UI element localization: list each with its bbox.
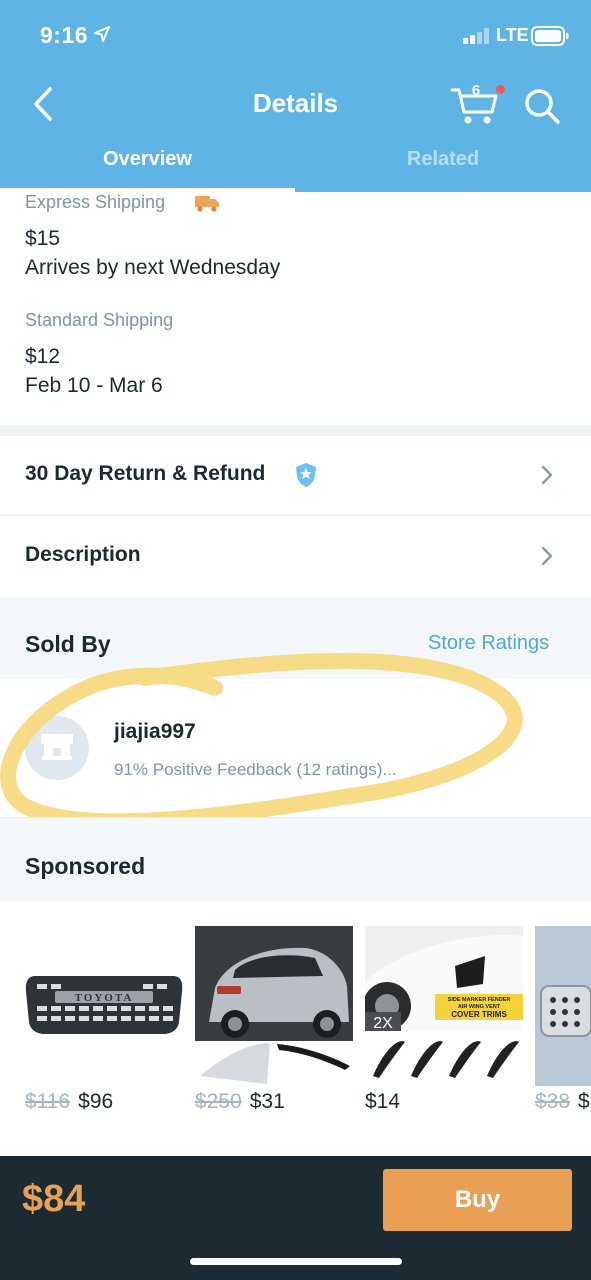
- search-icon[interactable]: [522, 86, 562, 126]
- sponsored-product-image[interactable]: [535, 926, 591, 1086]
- product-details-screen: 9:16 LTE Details 6 Overview Related Expr…: [0, 0, 591, 1280]
- 2x-overlay: 2X: [373, 1015, 393, 1032]
- status-bar: 9:16 LTE: [0, 0, 591, 70]
- total-price: $84: [22, 1178, 86, 1220]
- pedal-pads-image: [535, 926, 591, 1086]
- original-price: $116: [25, 1090, 71, 1113]
- store-icon: [41, 734, 73, 760]
- express-shipping-arrival: Arrives by next Wednesday: [25, 256, 281, 279]
- store-ratings-link[interactable]: Store Ratings: [428, 632, 549, 655]
- promo-line-3: COVER TRIMS: [451, 1010, 507, 1019]
- sponsored-price: $116 $96: [25, 1090, 113, 1114]
- location-arrow-icon: [94, 26, 110, 42]
- network-label: LTE: [496, 25, 529, 45]
- promo-line-1: SIDE MARKER FENDER: [448, 997, 511, 1003]
- buy-button[interactable]: Buy: [383, 1169, 572, 1231]
- sponsored-price: $250 $31: [195, 1090, 285, 1114]
- sold-by-label: Sold By: [25, 631, 111, 657]
- sale-price: $96: [78, 1090, 114, 1113]
- sponsored-price: $38 $: [535, 1090, 590, 1114]
- status-time: 9:16: [40, 22, 89, 48]
- original-price: $38: [535, 1090, 571, 1113]
- original-price: $250: [195, 1090, 242, 1113]
- battery-icon: [531, 26, 569, 46]
- cart-count-badge: 6: [471, 82, 481, 99]
- sponsored-product-image[interactable]: TOYOTA: [25, 926, 183, 1086]
- top-header: 9:16 LTE Details 6 Overview Related: [0, 0, 591, 192]
- standard-shipping-arrival: Feb 10 - Mar 6: [25, 374, 163, 397]
- sale-price: $: [578, 1090, 590, 1113]
- chevron-right-icon: [541, 546, 553, 566]
- section-gap: [0, 425, 591, 436]
- sponsored-product-image[interactable]: [195, 926, 353, 1086]
- cart-notification-dot: [496, 85, 505, 94]
- seller-name: jiajia997: [114, 720, 196, 743]
- sale-price: $31: [249, 1090, 285, 1113]
- sponsored-price: $14: [365, 1090, 400, 1114]
- divider: [0, 515, 591, 516]
- sponsored-label: Sponsored: [25, 853, 146, 879]
- seller-feedback: 91% Positive Feedback (12 ratings)...: [114, 760, 397, 779]
- standard-shipping-label: Standard Shipping: [25, 310, 174, 330]
- shield-icon: [296, 463, 316, 487]
- express-shipping-label: Express Shipping: [25, 192, 166, 212]
- chevron-right-icon: [541, 465, 553, 485]
- suv-image: [195, 926, 353, 1086]
- truck-icon: [195, 196, 219, 212]
- standard-shipping-price: $12: [25, 345, 61, 368]
- sponsored-product-image[interactable]: 2X SIDE MARKER FENDER AIR WING VENT COVE…: [365, 926, 523, 1086]
- description-label: Description: [25, 543, 141, 566]
- store-avatar: [25, 716, 89, 780]
- return-refund-label: 30 Day Return & Refund: [25, 462, 266, 485]
- tab-overview[interactable]: Overview: [0, 148, 295, 171]
- home-indicator[interactable]: [190, 1258, 402, 1265]
- express-shipping-price: $15: [25, 227, 61, 250]
- truck-grille-image: TOYOTA: [25, 926, 183, 1086]
- tab-related[interactable]: Related: [295, 148, 591, 171]
- fender-vent-image: 2X SIDE MARKER FENDER AIR WING VENT COVE…: [365, 926, 523, 1086]
- signal-icon: [463, 28, 489, 44]
- svg-text:TOYOTA: TOYOTA: [75, 992, 134, 1004]
- sale-price: $14: [365, 1090, 401, 1113]
